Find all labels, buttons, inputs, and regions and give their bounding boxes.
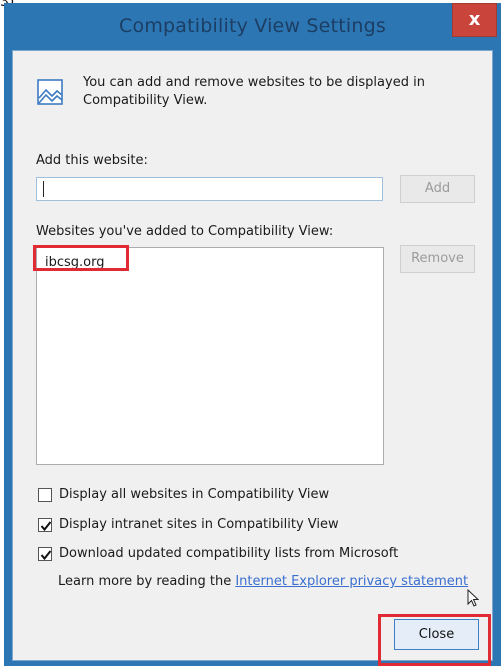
compatibility-view-dialog: Compatibility View Settings x You can ad… <box>4 3 501 666</box>
remove-button[interactable]: Remove <box>400 245 475 273</box>
checkbox-display-all[interactable] <box>38 488 52 502</box>
learn-more-text: Learn more by reading the Internet Explo… <box>58 574 468 589</box>
option-display-intranet-label: Display intranet sites in Compatibility … <box>59 517 339 532</box>
add-website-label: Add this website: <box>36 153 148 168</box>
checkbox-download-lists[interactable] <box>38 547 52 561</box>
checkmark-icon <box>40 550 52 561</box>
text-caret <box>43 181 44 197</box>
close-icon: x <box>468 9 481 30</box>
checkbox-display-intranet[interactable] <box>38 518 52 532</box>
websites-list-label: Websites you've added to Compatibility V… <box>36 224 334 239</box>
checkmark-icon <box>40 521 52 532</box>
websites-list[interactable]: ibcsg.org <box>36 247 384 465</box>
privacy-statement-link[interactable]: Internet Explorer privacy statement <box>235 574 468 589</box>
title-bar[interactable]: Compatibility View Settings x <box>4 3 501 50</box>
option-display-all-label: Display all websites in Compatibility Vi… <box>59 487 330 502</box>
add-button[interactable]: Add <box>400 175 475 203</box>
info-text: You can add and remove websites to be di… <box>83 75 425 108</box>
option-download-lists-label: Download updated compatibility lists fro… <box>59 546 399 561</box>
add-website-input[interactable] <box>36 177 383 201</box>
dialog-body: You can add and remove websites to be di… <box>12 50 493 661</box>
compatibility-view-icon <box>36 76 66 108</box>
highlight-box-website <box>33 245 129 271</box>
learn-more-prefix: Learn more by reading the <box>58 574 236 589</box>
highlight-box-close <box>378 614 491 666</box>
window-title: Compatibility View Settings <box>119 15 386 37</box>
window-close-button[interactable]: x <box>452 3 497 37</box>
mouse-pointer-icon <box>467 589 479 607</box>
